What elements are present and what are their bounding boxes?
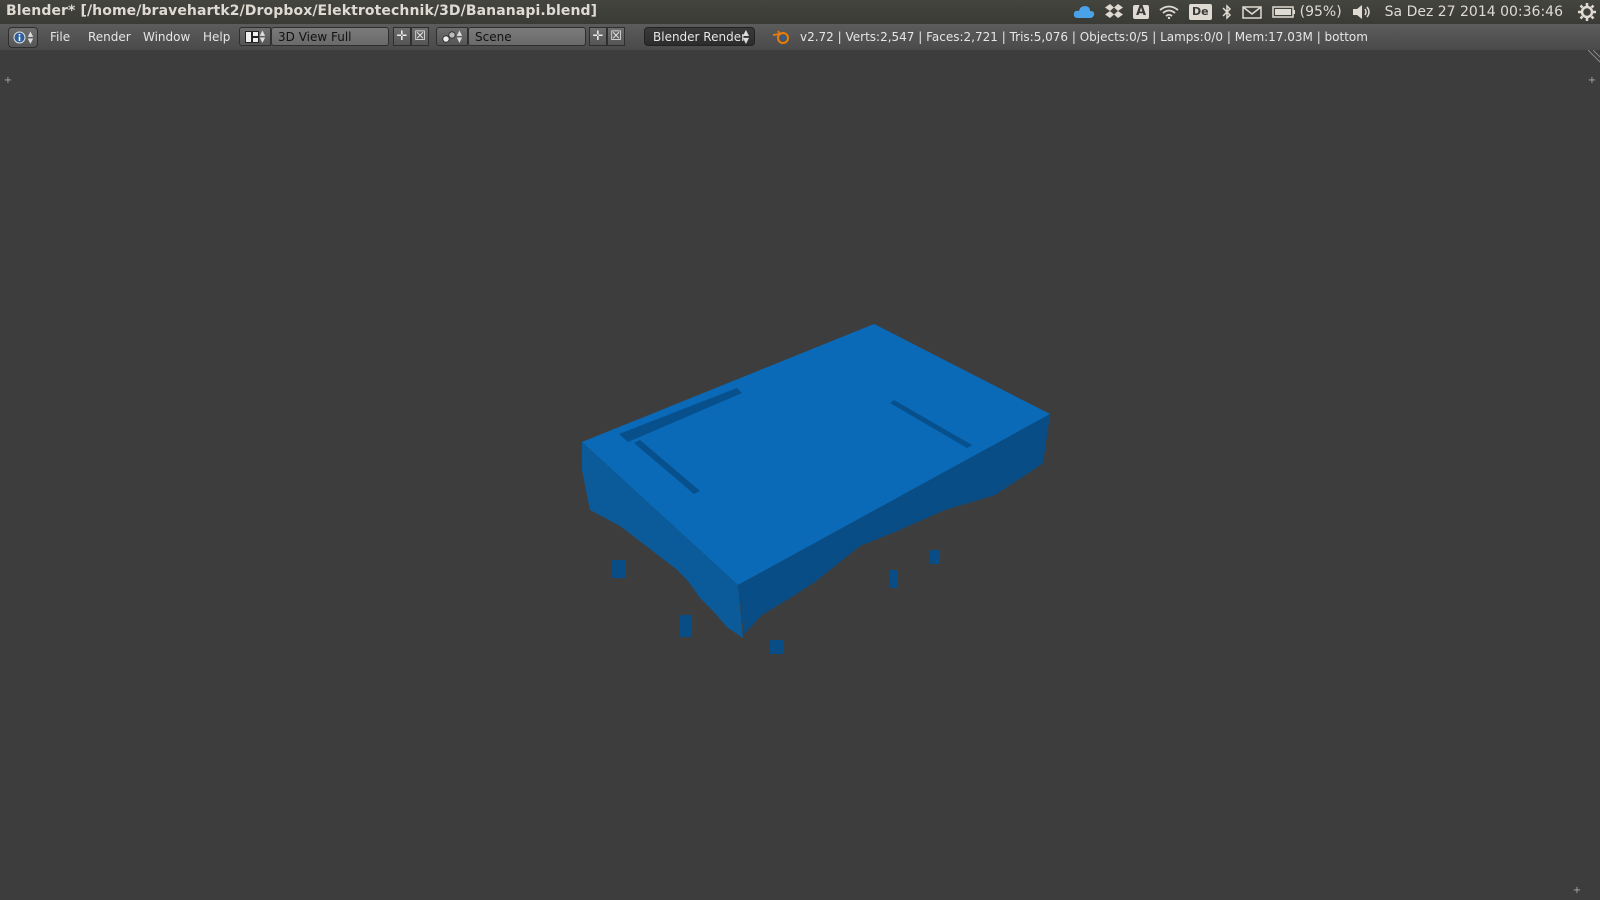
delete-scene-button[interactable]: ☒ [607,27,625,46]
delete-screen-button[interactable]: ☒ [411,27,429,46]
plus-icon: ✛ [592,29,604,44]
keyboard-layout-icon[interactable]: De [1189,0,1212,24]
volume-icon[interactable] [1352,0,1372,24]
menu-render[interactable]: Render [88,30,131,44]
system-tray: A De (95%) Sa Dez 27 2014 00:36:46 [1068,0,1600,24]
window-title: Blender* [/home/bravehartk2/Dropbox/Elek… [6,3,598,19]
add-screen-button[interactable]: ✛ [393,27,411,46]
chevron-updown-icon: ▲ ▼ [456,28,463,44]
clock-datetime[interactable]: Sa Dez 27 2014 00:36:46 [1385,0,1563,24]
text-input-icon[interactable]: A [1132,0,1150,24]
blender-info-header: ▲ ▼ File Render Window Help ▲ ▼ 3D View Fu… [0,24,1600,51]
add-scene-button[interactable]: ✛ [589,27,607,46]
render-engine-dropdown[interactable]: Blender Render ▲ ▼ [644,27,755,46]
scene-icon [442,30,456,43]
close-icon: ☒ [610,29,622,44]
battery-icon[interactable]: (95%) [1271,0,1342,24]
scene-browse-button[interactable]: ▲ ▼ [436,27,468,46]
wifi-icon[interactable] [1159,0,1179,24]
screen-layout-name-field[interactable]: 3D View Full [271,27,389,46]
bananapi-case-model[interactable] [0,50,1600,900]
info-icon [13,31,26,44]
screen-layout-icon [244,30,259,43]
bluetooth-icon[interactable] [1222,0,1232,24]
scene-name-field[interactable]: Scene [468,27,586,46]
screen-layout-browse-button[interactable]: ▲ ▼ [239,27,271,46]
system-top-panel: Blender* [/home/bravehartk2/Dropbox/Elek… [0,0,1600,24]
chevron-updown-icon: ▲ ▼ [742,28,749,45]
render-engine-label: Blender Render [653,30,747,44]
menu-file[interactable]: File [50,30,70,44]
menu-window[interactable]: Window [143,30,190,44]
cloud-icon[interactable] [1073,0,1095,24]
menu-help[interactable]: Help [203,30,230,44]
editor-type-selector[interactable]: ▲ ▼ [8,27,38,48]
dropbox-icon[interactable] [1104,0,1123,24]
chevron-updown-icon: ▲ ▼ [259,28,266,44]
3d-viewport[interactable]: + + + [0,50,1600,900]
settings-gear-icon[interactable] [1578,0,1596,24]
blender-logo-icon [772,30,790,47]
chevron-updown-icon: ▲ ▼ [27,29,34,45]
scene-statistics: v2.72 | Verts:2,547 | Faces:2,721 | Tris… [800,30,1368,44]
close-icon: ☒ [414,29,426,44]
battery-percent: (95%) [1299,4,1342,20]
mail-icon[interactable] [1241,0,1262,24]
plus-icon: ✛ [396,29,408,44]
